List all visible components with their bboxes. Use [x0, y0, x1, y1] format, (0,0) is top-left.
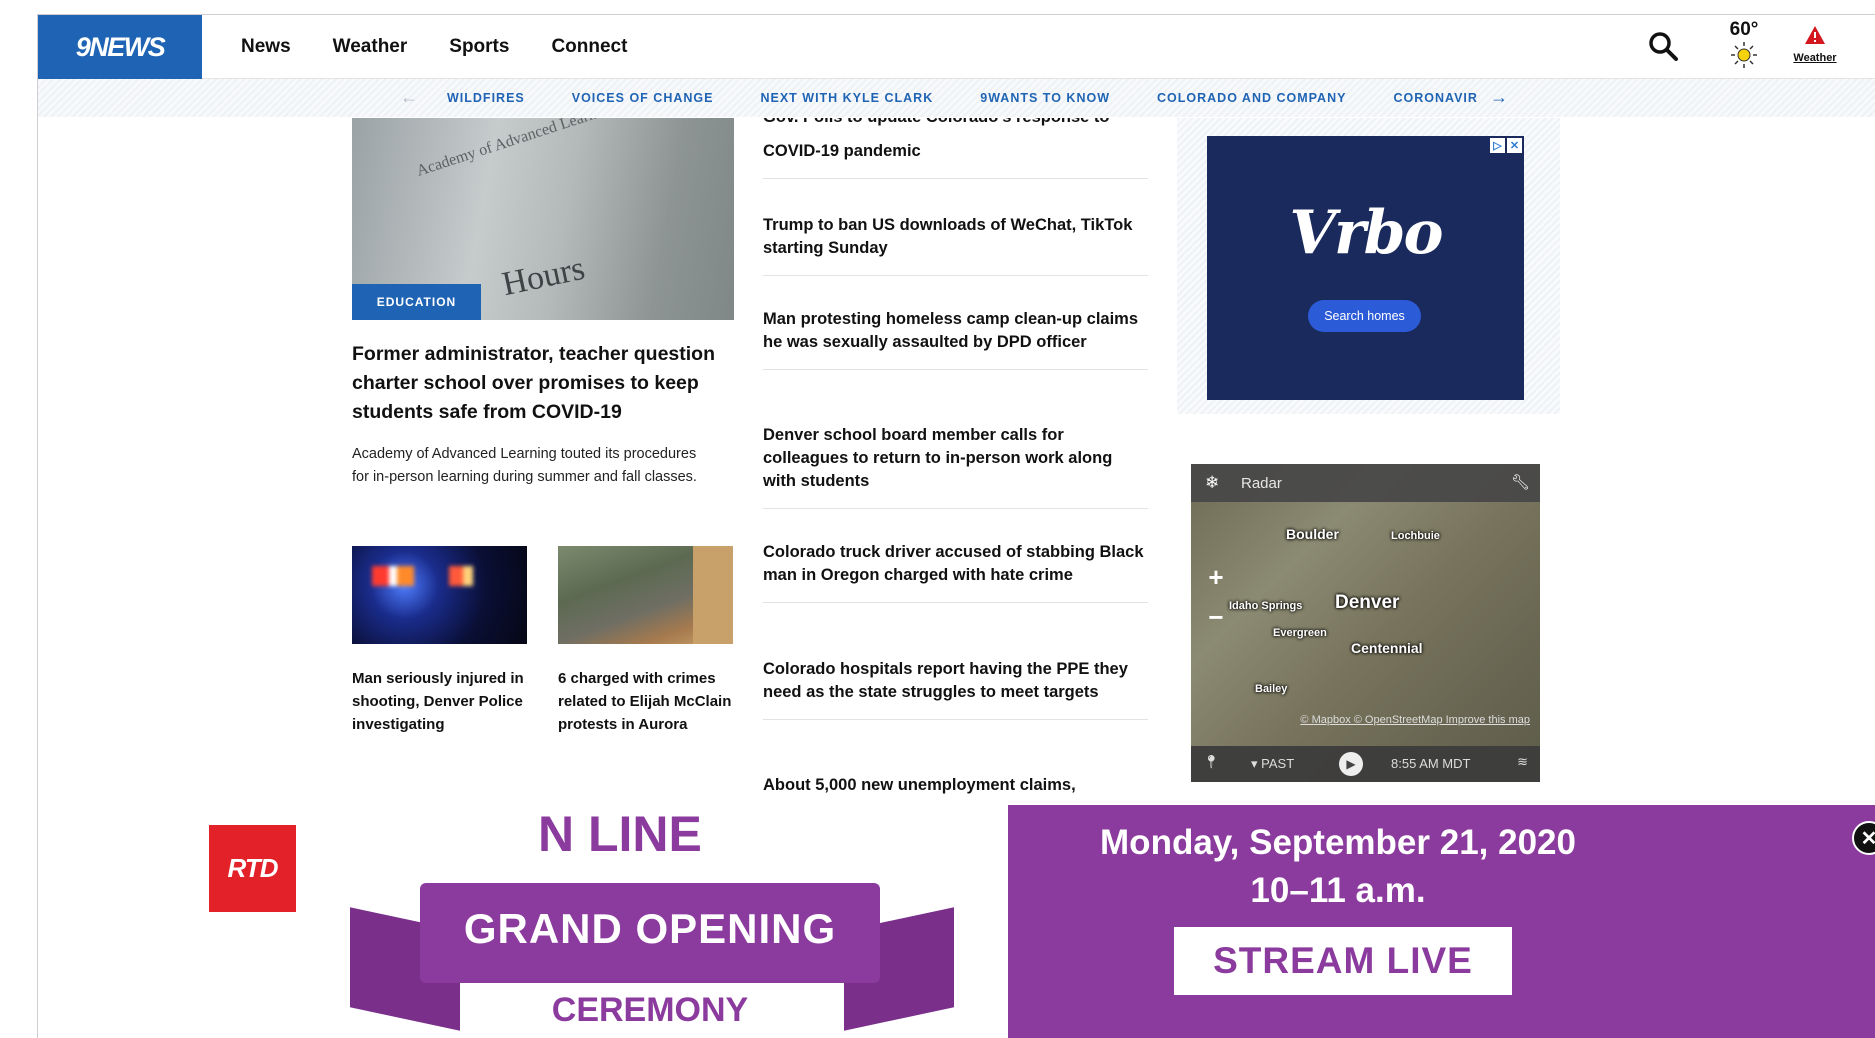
headline-text: Trump to ban US downloads of WeChat, Tik… [763, 216, 1133, 257]
location-pin-icon[interactable]: 📍︎ [1203, 754, 1220, 770]
subnav-voices-of-change[interactable]: VOICES OF CHANGE [572, 91, 714, 105]
grand-opening-text: GRAND OPENING [463, 905, 837, 952]
close-icon[interactable]: ✕ [1852, 821, 1875, 855]
logo-text: 9NEWS [75, 31, 166, 62]
temperature-widget[interactable]: 60° [1718, 19, 1770, 74]
warning-icon [1805, 26, 1825, 44]
headline-item[interactable]: Man protesting homeless camp clean-up cl… [763, 308, 1148, 370]
banner-info-panel: Monday, September 21, 2020 10–11 a.m. ST… [1008, 805, 1875, 1038]
vrbo-ad[interactable]: ▷ ✕ Vrbo Search homes [1207, 136, 1524, 400]
headline-item[interactable]: Colorado truck driver accused of stabbin… [763, 541, 1148, 603]
browser-page: 9NEWS News Weather Sports Connect 60° We… [37, 14, 1875, 1038]
event-date: Monday, September 21, 2020 10–11 a.m. [1008, 819, 1668, 915]
map-city-label: Centennial [1351, 640, 1423, 656]
ad-close-icon[interactable]: ✕ [1507, 138, 1522, 153]
subnav-wildfires[interactable]: WILDFIRES [447, 91, 525, 105]
rtd-banner-ad[interactable]: RTD N LINE GRAND OPENING CEREMONY Monday… [38, 805, 1875, 1038]
radar-title: Radar [1241, 474, 1282, 492]
zoom-out-icon[interactable]: − [1203, 602, 1229, 632]
subnav-9wants-to-know[interactable]: 9WANTS TO KNOW [980, 91, 1110, 105]
grand-opening-ribbon: GRAND OPENING CEREMONY [350, 875, 954, 1038]
headline-text: Denver school board member calls for col… [763, 426, 1113, 490]
headline-item[interactable]: Colorado hospitals report having the PPE… [763, 658, 1148, 720]
wrench-icon[interactable]: 🔧︎ [1511, 473, 1530, 491]
play-icon[interactable]: ▶ [1339, 752, 1363, 776]
ad-brand: Vrbo [1289, 198, 1443, 268]
temperature-value: 60° [1729, 19, 1759, 40]
subnav-next-with-kyle-clark[interactable]: NEXT WITH KYLE CLARK [760, 91, 933, 105]
lead-story-description: Academy of Advanced Learning touted its … [352, 446, 697, 485]
arrow-left-icon[interactable]: ← [400, 87, 418, 108]
zoom-in-icon[interactable]: + [1203, 562, 1229, 592]
sub-nav: ← WILDFIRES VOICES OF CHANGE NEXT WITH K… [38, 79, 1875, 117]
ad-info-icon[interactable]: ▷ [1490, 138, 1505, 153]
story-thumbnail[interactable] [558, 546, 733, 644]
map-city-label: Idaho Springs [1229, 600, 1303, 612]
ad-choices[interactable]: ▷ ✕ [1490, 138, 1522, 153]
site-logo[interactable]: 9NEWS [38, 15, 202, 79]
headline-text: Colorado truck driver accused of stabbin… [763, 543, 1144, 584]
site-header: 9NEWS News Weather Sports Connect 60° We… [38, 15, 1875, 79]
sub-nav-items: WILDFIRES VOICES OF CHANGE NEXT WITH KYL… [447, 79, 1477, 117]
arrow-right-icon[interactable]: → [1490, 87, 1508, 108]
headline-cut-text[interactable]: Gov. Polis to update Colorado's response… [763, 118, 1110, 129]
map-city-label: Lochbuie [1391, 530, 1440, 542]
image-sign-text: Academy of Advanced Learning [414, 118, 618, 180]
nav-sports[interactable]: Sports [449, 36, 509, 58]
weather-drop-icon: ❄ [1205, 473, 1220, 492]
radar-header: ❄ Radar 🔧︎ [1191, 464, 1540, 502]
story-caption[interactable]: Man seriously injured in shooting, Denve… [352, 667, 537, 736]
story-thumbnail[interactable] [352, 546, 527, 644]
past-label: PAST [1261, 756, 1295, 771]
nav-news[interactable]: News [241, 36, 291, 58]
headline-text: Colorado hospitals report having the PPE… [763, 660, 1128, 701]
past-toggle[interactable]: ▾ PAST [1251, 756, 1294, 772]
headline-item[interactable]: Trump to ban US downloads of WeChat, Tik… [763, 214, 1148, 276]
headline-text: Man protesting homeless camp clean-up cl… [763, 310, 1139, 351]
n-line-title: N LINE [538, 806, 702, 862]
headline-partial: Gov. Polis to update Colorado's response… [763, 118, 1148, 140]
radar-controls: 📍︎ ▾ PAST ▶ 8:55 AM MDT ≋ [1191, 746, 1540, 782]
search-icon[interactable] [1646, 29, 1680, 63]
headline-item[interactable]: COVID-19 pandemic [763, 140, 1148, 179]
subnav-coronavirus[interactable]: CORONAVIRU [1393, 91, 1477, 105]
search-homes-button[interactable]: Search homes [1308, 300, 1421, 332]
map-city-label: Denver [1335, 592, 1400, 613]
map-credits[interactable]: © Mapbox © OpenStreetMap Improve this ma… [1300, 714, 1530, 726]
layers-icon[interactable]: ≋ [1517, 754, 1528, 770]
category-tag[interactable]: EDUCATION [352, 284, 481, 320]
weather-alert[interactable]: Weather [1780, 25, 1850, 64]
rtd-logo: RTD [209, 825, 296, 912]
lead-story-title[interactable]: Former administrator, teacher question c… [352, 340, 738, 427]
headline-item[interactable]: Denver school board member calls for col… [763, 424, 1148, 509]
headline-item[interactable]: About 5,000 new unemployment claims, [763, 774, 1148, 797]
map-city-label: Bailey [1255, 683, 1288, 695]
radar-time: 8:55 AM MDT [1391, 756, 1471, 771]
sun-icon [1731, 42, 1757, 68]
event-time-text: 10–11 a.m. [1250, 871, 1426, 910]
weather-alert-label: Weather [1793, 52, 1837, 64]
stream-live-button[interactable]: STREAM LIVE [1174, 927, 1512, 995]
subnav-colorado-and-company[interactable]: COLORADO AND COMPANY [1157, 91, 1346, 105]
headline-text: About 5,000 new unemployment claims, [763, 776, 1076, 794]
event-date-text: Monday, September 21, 2020 [1100, 823, 1576, 862]
nav-weather[interactable]: Weather [333, 36, 408, 58]
map-city-label: Evergreen [1273, 627, 1327, 639]
image-sign-hours: Hours [498, 249, 588, 304]
ceremony-text: CEREMONY [480, 987, 820, 1034]
headline-text: COVID-19 pandemic [763, 142, 921, 160]
main-nav: News Weather Sports Connect [241, 15, 669, 79]
map-city-label: Boulder [1286, 526, 1339, 542]
story-caption[interactable]: 6 charged with crimes related to Elijah … [558, 667, 743, 736]
radar-map[interactable]: ❄ Radar 🔧︎ + − Boulder Lochbuie Denver I… [1191, 464, 1540, 782]
nav-connect[interactable]: Connect [551, 36, 627, 58]
